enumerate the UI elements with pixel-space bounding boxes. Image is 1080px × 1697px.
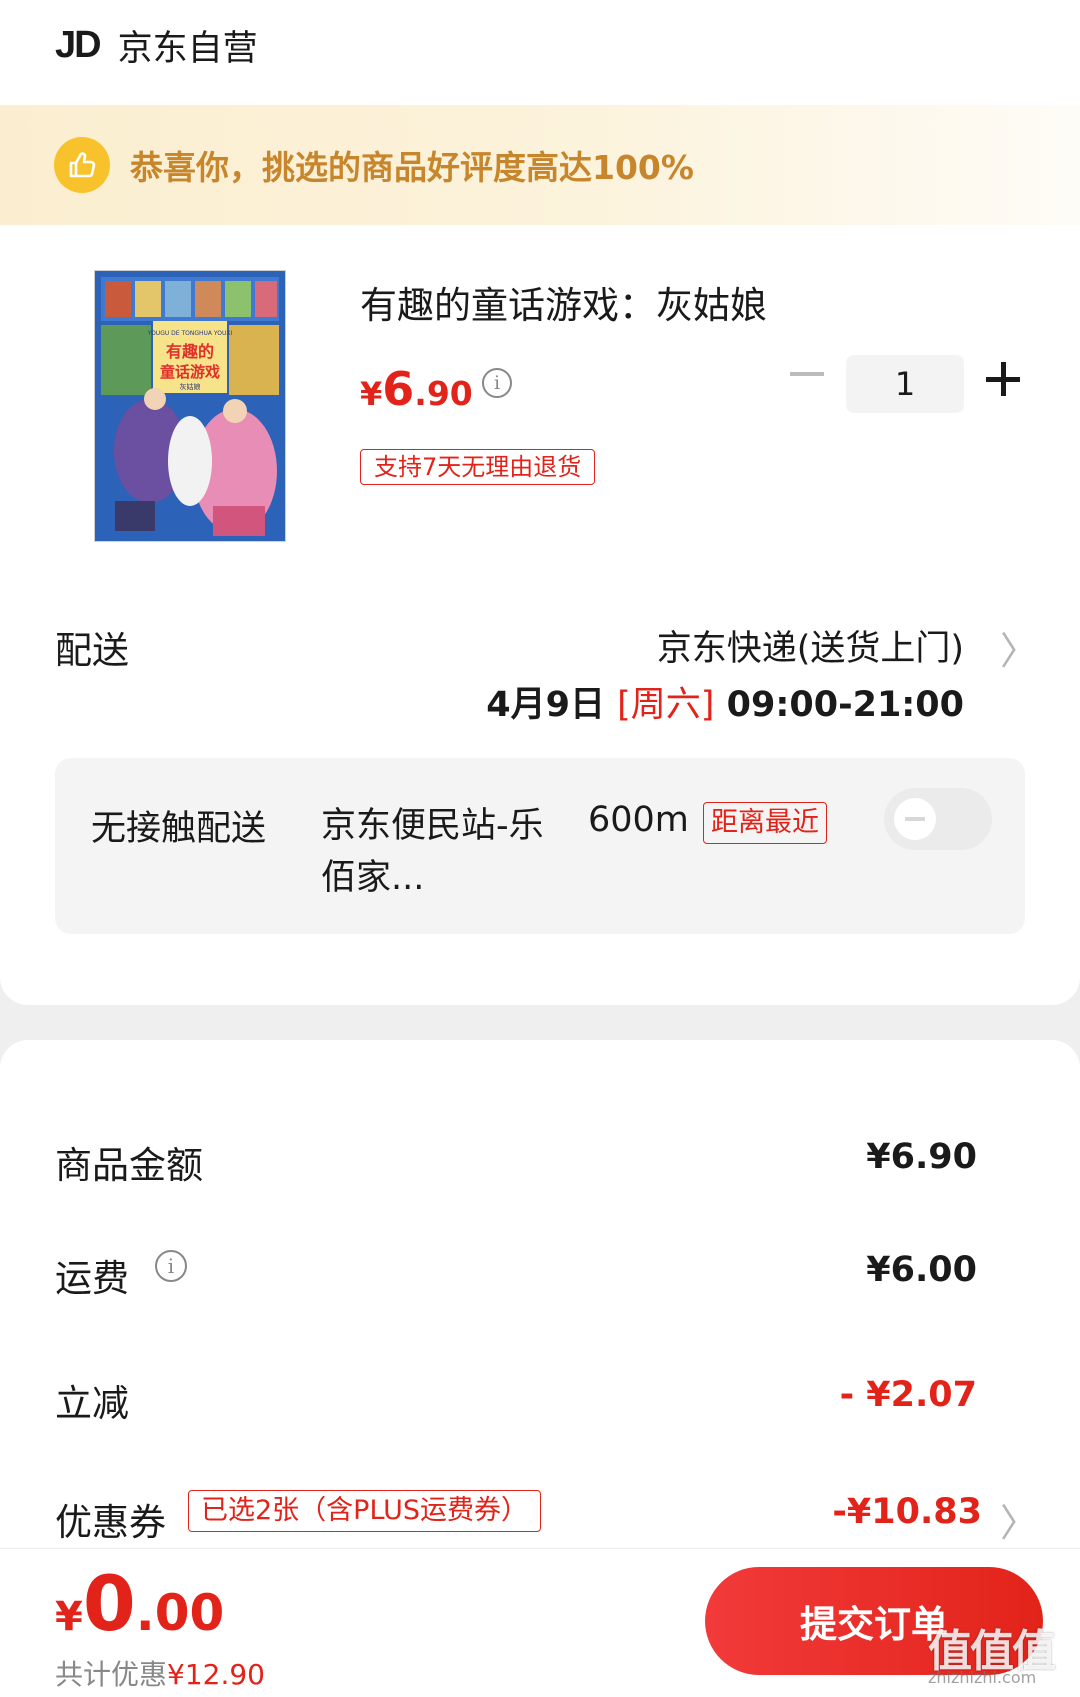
station-distance: 600m	[588, 800, 689, 840]
product-title[interactable]: 有趣的童话游戏：灰姑娘	[360, 275, 767, 329]
cover-title-line1: 有趣的	[166, 342, 214, 361]
rating-banner: 恭喜你，挑选的商品好评度高达100%	[0, 105, 1080, 225]
product-price: ¥ 6 .90	[360, 362, 473, 416]
contactless-toggle[interactable]	[884, 788, 992, 850]
checkout-bar: ¥ 0 .00 共计优惠¥12.90 提交订单	[0, 1548, 1080, 1697]
toggle-knob	[894, 798, 936, 840]
total-price: ¥ 0 .00	[55, 1559, 225, 1648]
quantity-plus-button[interactable]	[986, 362, 1020, 396]
instant-discount-value: - ¥2.07	[839, 1375, 977, 1415]
store-name[interactable]: 京东自营	[118, 20, 258, 71]
coupon-selection-badge[interactable]: 已选2张（含PLUS运费券）	[188, 1490, 542, 1532]
cover-title-line2: 童话游戏	[160, 363, 220, 381]
chevron-right-icon[interactable]: 〉	[1000, 620, 1038, 675]
watermark-url: zhizhizhi.com	[928, 1668, 1037, 1687]
quantity-input[interactable]: 1	[846, 355, 964, 413]
coupon-value[interactable]: -¥10.83	[832, 1492, 982, 1532]
jd-logo: JD	[55, 23, 102, 66]
goods-amount-value: ¥6.90	[866, 1137, 977, 1177]
shipping-info-icon[interactable]: i	[155, 1250, 187, 1282]
contactless-delivery-panel: 无接触配送 京东便民站-乐佰家... 600m 距离最近	[55, 758, 1025, 934]
product-image[interactable]: YOUGU DE TONGHUA YOUXI 有趣的 童话游戏 灰姑娘	[94, 270, 286, 542]
delivery-label: 配送	[55, 629, 129, 672]
cover-subtitle: 灰姑娘	[180, 382, 201, 391]
delivery-timeslot: 09:00-21:00	[726, 685, 964, 725]
contactless-label: 无接触配送	[91, 809, 267, 849]
rating-text: 恭喜你，挑选的商品好评度高达100%	[130, 148, 694, 187]
quantity-minus-button[interactable]	[790, 372, 824, 376]
delivery-date: 4月9日	[486, 685, 605, 725]
delivery-time[interactable]: 4月9日 [周六] 09:00-21:00	[486, 676, 964, 727]
store-header: JD 京东自营	[55, 20, 258, 70]
delivery-weekday: [周六]	[617, 685, 715, 725]
pickup-station-name[interactable]: 京东便民站-乐佰家...	[321, 800, 551, 904]
total-discount: 共计优惠¥12.90	[55, 1658, 265, 1691]
order-card: JD 京东自营 恭喜你，挑选的商品好评度高达100% YOUGU DE TONG…	[0, 0, 1080, 1005]
return-policy-badge: 支持7天无理由退货	[360, 449, 596, 485]
instant-discount-label: 立减	[55, 1382, 129, 1425]
shipping-fee-label: 运费	[55, 1257, 129, 1300]
coupon-label: 优惠券	[55, 1501, 166, 1544]
nearest-badge: 距离最近	[703, 802, 827, 844]
price-info-icon[interactable]: i	[482, 368, 512, 398]
chevron-right-icon[interactable]: 〉	[1000, 1492, 1038, 1547]
delivery-method[interactable]: 京东快递(送货上门)	[657, 620, 964, 671]
goods-amount-label: 商品金额	[55, 1144, 203, 1187]
shipping-fee-value: ¥6.00	[866, 1250, 977, 1290]
cover-top-text: YOUGU DE TONGHUA YOUXI	[147, 330, 233, 337]
thumbs-up-icon	[54, 137, 110, 193]
